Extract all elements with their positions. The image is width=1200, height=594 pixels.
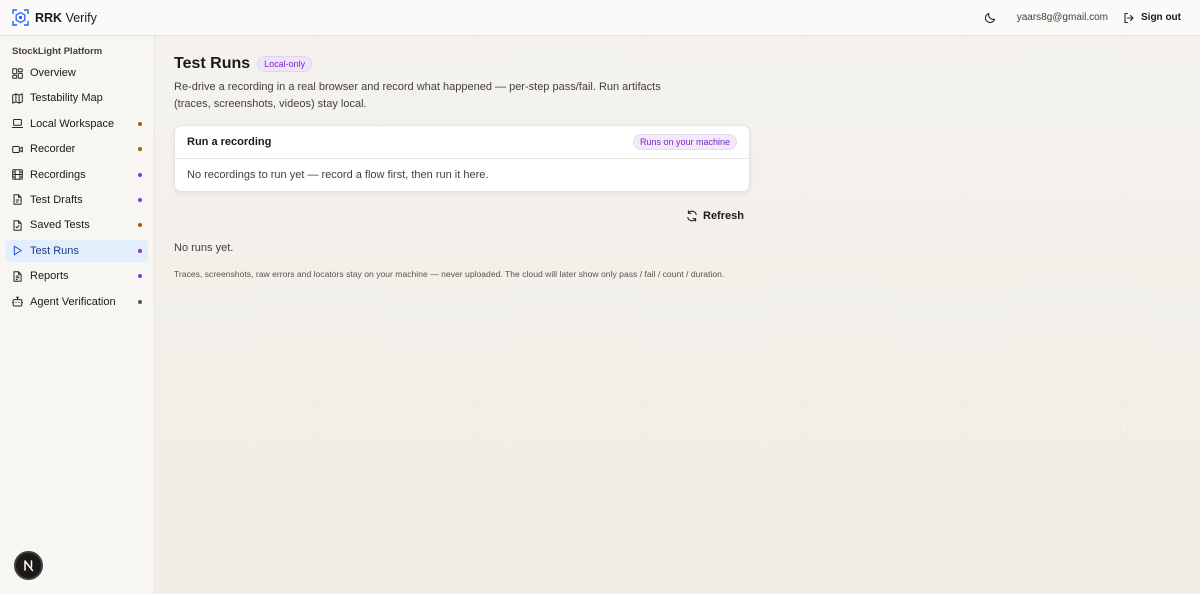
sidebar-group-label: StockLight Platform [12,46,103,57]
refresh-icon [687,210,697,222]
moon-icon[interactable] [983,11,997,25]
nextjs-dev-badge[interactable] [14,551,43,580]
main-content: Test Runs Local-only Re-drive a recordin… [156,37,1200,594]
refresh-button[interactable]: Refresh [686,210,744,222]
sidebar-item-testability-map[interactable]: Testability Map [6,87,148,109]
film-icon [12,169,23,180]
header-actions: yaars8g@gmail.com Sign out [983,11,1181,25]
sidebar-item-saved-tests[interactable]: Saved Tests [6,214,148,236]
page-description: Re-drive a recording in a real browser a… [174,81,661,110]
sidebar-item-label: Test Runs [30,244,79,257]
brand-name-rest: Verify [65,10,97,25]
brand-name: RRK Verify [35,11,97,25]
card-empty-message: No recordings to run yet — record a flow… [187,169,489,181]
sidebar-item-label: Recorder [30,143,76,156]
status-dot [138,147,142,152]
sidebar-item-local-workspace[interactable]: Local Workspace [6,113,148,135]
status-dot [138,299,142,304]
brand[interactable]: RRK Verify [12,9,97,26]
status-dot [138,274,142,279]
card-header: Run a recording Runs on your machine [175,126,749,159]
empty-runs-text: No runs yet. [174,242,234,254]
grid-icon [12,67,23,79]
sidebar-item-reports[interactable]: Reports [6,265,148,287]
status-dot [138,197,142,202]
sidebar-item-label: Saved Tests [30,219,90,232]
brand-logo-icon [12,9,29,26]
sidebar-item-label: Agent Verification [30,295,116,308]
play-icon [12,245,23,256]
sidebar-item-recorder[interactable]: Recorder [6,138,148,160]
status-dot [138,248,142,253]
sidebar-item-recordings[interactable]: Recordings [6,164,148,186]
sidebar-item-overview[interactable]: Overview [6,62,148,84]
sidebar-item-label: Reports [30,270,69,283]
status-dot [138,172,142,177]
sidebar-item-label: Overview [30,67,76,79]
sidebar-item-agent-verification[interactable]: Agent Verification [6,291,148,313]
sidebar-item-label: Testability Map [30,92,103,105]
file-check-icon [12,220,23,231]
privacy-footnote: Traces, screenshots, raw errors and loca… [174,269,725,279]
runs-on-machine-badge: Runs on your machine [632,134,737,150]
sidebar-item-test-runs[interactable]: Test Runs [6,239,148,262]
top-bar: RRK Verify yaars8g@gmail.com Sign out [0,0,1200,36]
sign-out-button[interactable]: Sign out [1122,11,1181,25]
page-header: Test Runs Local-only [174,55,313,73]
refresh-label: Refresh [703,210,744,222]
video-icon [12,144,23,155]
user-email: yaars8g@gmail.com [1016,12,1108,23]
page-title: Test Runs [174,55,251,72]
laptop-icon [12,118,23,129]
local-only-badge: Local-only [257,56,313,72]
bot-icon [12,296,23,307]
file-icon [12,194,23,206]
sidebar: StockLight Platform Overview Testability… [0,36,155,594]
log-out-icon [1122,11,1136,25]
n-logo-icon [24,560,34,572]
run-recording-card: Run a recording Runs on your machine No … [174,125,750,192]
sign-out-label: Sign out [1141,12,1181,23]
status-dot [138,223,142,228]
sidebar-item-test-drafts[interactable]: Test Drafts [6,189,148,211]
status-dot [138,121,142,126]
brand-name-bold: RRK [35,10,63,25]
report-icon [12,270,23,282]
sidebar-item-label: Recordings [30,168,86,181]
map-icon [12,93,23,104]
sidebar-item-label: Local Workspace [30,117,115,130]
sidebar-item-label: Test Drafts [30,193,83,206]
card-title: Run a recording [187,136,272,148]
